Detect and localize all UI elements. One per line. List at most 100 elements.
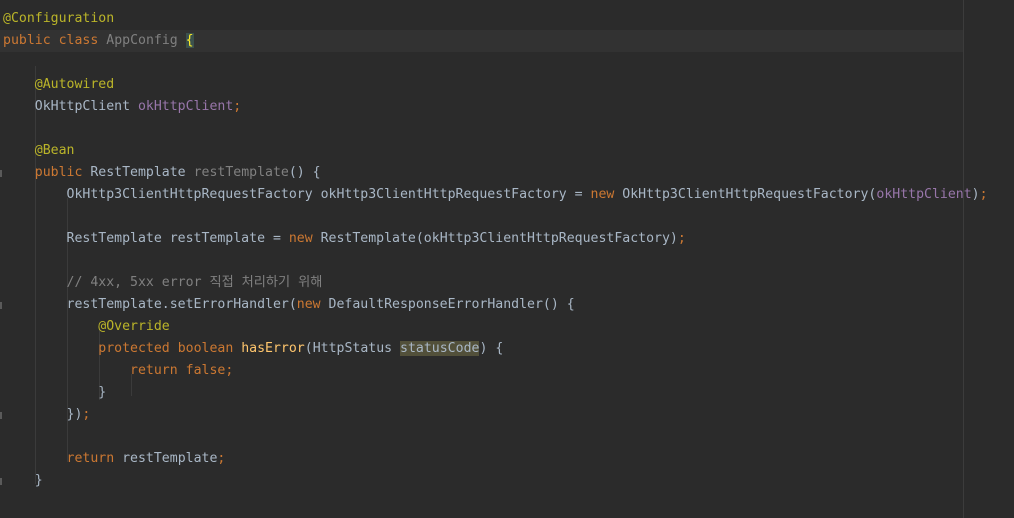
code-line[interactable]: public class AppConfig { bbox=[0, 30, 964, 52]
code-token: OkHttp3ClientHttpRequestFactory okHttp3C… bbox=[3, 187, 591, 202]
code-token: @Bean bbox=[34, 143, 75, 158]
code-line[interactable]: @Override bbox=[0, 316, 964, 338]
code-line[interactable] bbox=[0, 426, 964, 448]
code-text: restTemplate.setErrorHandler(new Default… bbox=[3, 294, 575, 316]
code-line[interactable] bbox=[0, 206, 964, 228]
code-token: // 4xx, 5xx error 직접 처리하기 위해 bbox=[66, 275, 323, 290]
code-text: protected boolean hasError(HttpStatus st… bbox=[3, 338, 503, 360]
code-token: restTemplate bbox=[114, 451, 218, 466]
code-token: }) bbox=[3, 407, 83, 422]
code-text: OkHttpClient okHttpClient; bbox=[3, 96, 241, 118]
code-line[interactable]: return restTemplate; bbox=[0, 448, 964, 470]
code-token: RestTemplate(okHttp3ClientHttpRequestFac… bbox=[312, 231, 678, 246]
code-line[interactable]: } bbox=[0, 470, 964, 492]
right-margin-guide bbox=[963, 0, 964, 518]
code-line[interactable]: @Autowired bbox=[0, 74, 964, 96]
code-line[interactable]: } bbox=[0, 382, 964, 404]
code-token: return bbox=[66, 451, 115, 466]
code-line[interactable]: restTemplate.setErrorHandler(new Default… bbox=[0, 294, 964, 316]
code-token: return bbox=[130, 363, 178, 378]
code-token: OkHttp3ClientHttpRequestFactory( bbox=[614, 187, 877, 202]
code-text: return restTemplate; bbox=[3, 448, 226, 470]
code-token: } bbox=[3, 385, 107, 400]
code-token: restTemplate bbox=[193, 165, 289, 180]
code-token: boolean bbox=[177, 341, 234, 356]
code-token: statusCode bbox=[400, 341, 480, 356]
code-token: hasError bbox=[241, 341, 305, 356]
code-line[interactable]: OkHttpClient okHttpClient; bbox=[0, 96, 964, 118]
fold-marker-icon[interactable] bbox=[0, 478, 2, 485]
code-token: false bbox=[185, 363, 226, 378]
code-text: RestTemplate restTemplate = new RestTemp… bbox=[3, 228, 686, 250]
fold-marker-icon[interactable] bbox=[0, 412, 2, 419]
code-text: public RestTemplate restTemplate() { bbox=[3, 162, 321, 184]
code-token: @Configuration bbox=[3, 11, 115, 26]
code-token: RestTemplate bbox=[82, 165, 194, 180]
code-token: () { bbox=[288, 165, 321, 180]
code-token: class bbox=[58, 33, 99, 48]
code-token: DefaultResponseErrorHandler() { bbox=[320, 297, 575, 312]
code-token: @Override bbox=[98, 319, 170, 334]
code-token: } bbox=[3, 473, 43, 488]
code-token: restTemplate.setErrorHandler( bbox=[3, 297, 297, 312]
code-editor[interactable]: @Configuration public class AppConfig { @… bbox=[0, 0, 1014, 518]
code-line[interactable] bbox=[0, 52, 964, 74]
code-token: RestTemplate restTemplate = bbox=[3, 231, 289, 246]
code-text: @Bean bbox=[3, 140, 75, 162]
fold-marker-icon[interactable] bbox=[0, 170, 2, 177]
code-token: ; bbox=[217, 451, 226, 466]
code-line[interactable] bbox=[0, 118, 964, 140]
code-token: okHttpClient bbox=[137, 99, 234, 114]
code-text: @Override bbox=[3, 316, 170, 338]
code-token: ) bbox=[971, 187, 980, 202]
fold-marker-icon[interactable] bbox=[0, 302, 2, 309]
code-line[interactable]: RestTemplate restTemplate = new RestTemp… bbox=[0, 228, 964, 250]
code-token: OkHttpClient bbox=[3, 99, 138, 114]
code-token: new bbox=[296, 297, 321, 312]
code-token: (HttpStatus bbox=[304, 341, 401, 356]
code-text: // 4xx, 5xx error 직접 처리하기 위해 bbox=[3, 272, 323, 294]
code-token: ) { bbox=[479, 341, 504, 356]
code-token: new bbox=[590, 187, 615, 202]
code-text: OkHttp3ClientHttpRequestFactory okHttp3C… bbox=[3, 184, 988, 206]
code-text: public class AppConfig { bbox=[3, 30, 194, 52]
code-token: @Autowired bbox=[34, 77, 115, 92]
code-token: { bbox=[185, 33, 194, 48]
code-line[interactable] bbox=[0, 250, 964, 272]
code-text: }); bbox=[3, 404, 91, 426]
code-line[interactable]: @Bean bbox=[0, 140, 964, 162]
code-token: public bbox=[34, 165, 83, 180]
code-line[interactable]: protected boolean hasError(HttpStatus st… bbox=[0, 338, 964, 360]
code-text: } bbox=[3, 382, 106, 404]
code-token: new bbox=[288, 231, 313, 246]
code-token: ; bbox=[677, 231, 686, 246]
code-token: protected bbox=[98, 341, 170, 356]
code-token: ; bbox=[979, 187, 988, 202]
code-line[interactable]: // 4xx, 5xx error 직접 처리하기 위해 bbox=[0, 272, 964, 294]
code-token: ; bbox=[225, 363, 234, 378]
code-text: @Configuration bbox=[3, 8, 114, 30]
code-line[interactable]: }); bbox=[0, 404, 964, 426]
code-token: ; bbox=[82, 407, 91, 422]
code-token: okHttpClient bbox=[876, 187, 972, 202]
code-token: public bbox=[3, 33, 51, 48]
code-line[interactable]: public RestTemplate restTemplate() { bbox=[0, 162, 964, 184]
code-line[interactable]: return false; bbox=[0, 360, 964, 382]
code-text: } bbox=[3, 470, 43, 492]
code-line[interactable]: @Configuration bbox=[0, 8, 964, 30]
code-token: ; bbox=[233, 99, 242, 114]
code-line[interactable]: OkHttp3ClientHttpRequestFactory okHttp3C… bbox=[0, 184, 988, 206]
code-text: @Autowired bbox=[3, 74, 114, 96]
